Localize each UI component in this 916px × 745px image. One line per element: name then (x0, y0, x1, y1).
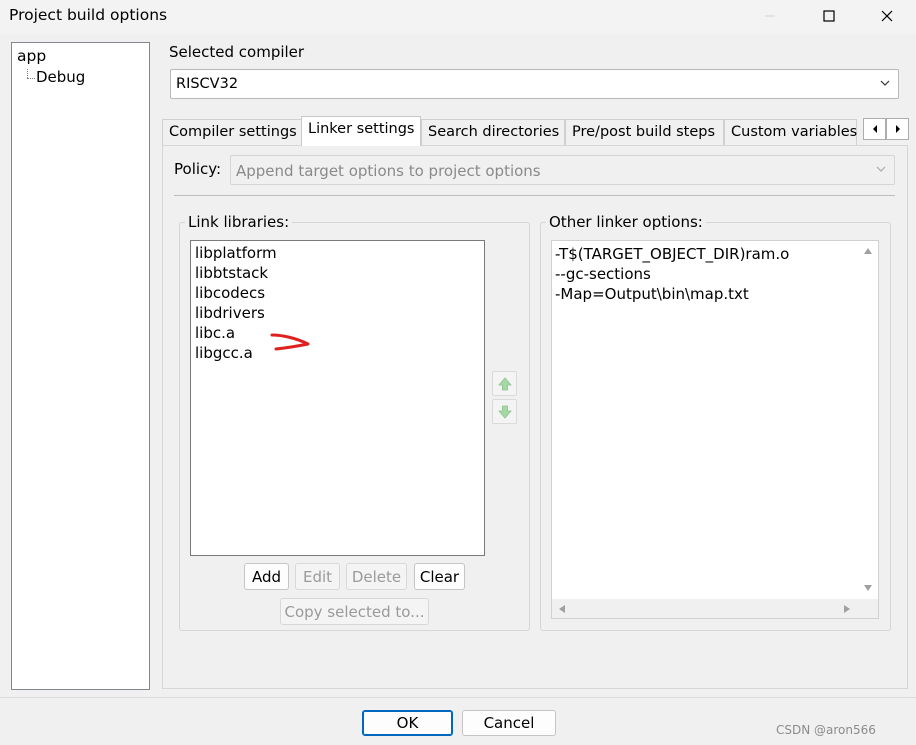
copy-selected-button[interactable]: Copy selected to... (280, 598, 429, 625)
add-button[interactable]: Add (244, 563, 289, 590)
tab-scroll-right-button[interactable] (886, 118, 909, 140)
ok-button[interactable]: OK (362, 710, 453, 736)
chevron-down-icon (876, 166, 886, 172)
tab-linker-settings[interactable]: Linker settings (301, 116, 421, 146)
list-item[interactable]: libgcc.a (195, 344, 253, 362)
tab-pre-post-build-steps[interactable]: Pre/post build steps (565, 119, 724, 145)
compiler-select[interactable]: RISCV32 (170, 69, 899, 99)
tree-connector (27, 69, 28, 78)
linker-option-line: -Map=Output\bin\map.txt (555, 285, 749, 303)
tree-node-debug[interactable]: Debug (36, 68, 85, 86)
watermark: CSDN @aron566 (776, 723, 876, 737)
scroll-left-icon[interactable] (558, 604, 566, 614)
linker-option-line: -T$(TARGET_OBJECT_DIR)ram.o (555, 245, 790, 263)
move-up-button[interactable] (492, 371, 517, 396)
minimize-icon (765, 15, 775, 17)
clear-button[interactable]: Clear (414, 563, 465, 590)
arrow-up-icon (497, 376, 512, 390)
edit-button[interactable]: Edit (295, 563, 340, 590)
policy-label: Policy: (174, 160, 222, 178)
policy-value: Append target options to project options (236, 162, 541, 180)
other-linker-options-title: Other linker options: (546, 213, 706, 231)
list-item[interactable]: libc.a (195, 324, 235, 342)
list-item[interactable]: libcodecs (195, 284, 265, 302)
policy-select[interactable]: Append target options to project options (230, 155, 895, 185)
chevron-down-icon (880, 80, 890, 86)
vertical-scrollbar[interactable] (858, 241, 878, 600)
caret-left-icon (872, 125, 877, 133)
tab-custom-variables[interactable]: Custom variables (724, 119, 857, 145)
link-libraries-title: Link libraries: (185, 213, 293, 231)
linker-option-line: --gc-sections (555, 265, 651, 283)
minimize-button[interactable] (745, 0, 795, 32)
title-bar: Project build options (0, 0, 916, 34)
separator (174, 195, 895, 196)
delete-button[interactable]: Delete (346, 563, 407, 590)
caret-right-icon (895, 125, 900, 133)
list-item[interactable]: libbtstack (195, 264, 268, 282)
cancel-button[interactable]: Cancel (462, 710, 556, 736)
tab-search-directories[interactable]: Search directories (421, 119, 565, 145)
maximize-button[interactable] (804, 0, 854, 32)
scroll-down-icon[interactable] (863, 584, 873, 592)
dialog-footer (0, 697, 916, 745)
red-arrow-annotation (270, 333, 310, 351)
link-libraries-list[interactable]: libplatform libbtstack libcodecs libdriv… (190, 240, 485, 556)
scroll-up-icon[interactable] (863, 247, 873, 255)
window-title: Project build options (9, 6, 168, 24)
scroll-right-icon[interactable] (843, 604, 851, 614)
close-button[interactable] (862, 0, 912, 32)
horizontal-scrollbar[interactable] (552, 599, 859, 618)
maximize-icon (823, 10, 835, 22)
list-item[interactable]: libplatform (195, 244, 277, 262)
tree-connector (27, 78, 35, 79)
list-item[interactable]: libdrivers (195, 304, 265, 322)
selected-compiler-label: Selected compiler (169, 43, 305, 61)
tab-scroll-left-button[interactable] (863, 118, 886, 140)
tab-compiler-settings[interactable]: Compiler settings (162, 119, 302, 145)
target-tree[interactable]: app Debug (11, 42, 150, 690)
move-down-button[interactable] (492, 399, 517, 424)
close-icon (881, 10, 893, 22)
other-linker-options-textarea[interactable]: -T$(TARGET_OBJECT_DIR)ram.o --gc-section… (551, 240, 879, 619)
tree-node-app[interactable]: app (17, 47, 46, 65)
scrollbar-corner (858, 599, 878, 618)
arrow-down-icon (497, 405, 512, 419)
compiler-value: RISCV32 (176, 76, 239, 92)
